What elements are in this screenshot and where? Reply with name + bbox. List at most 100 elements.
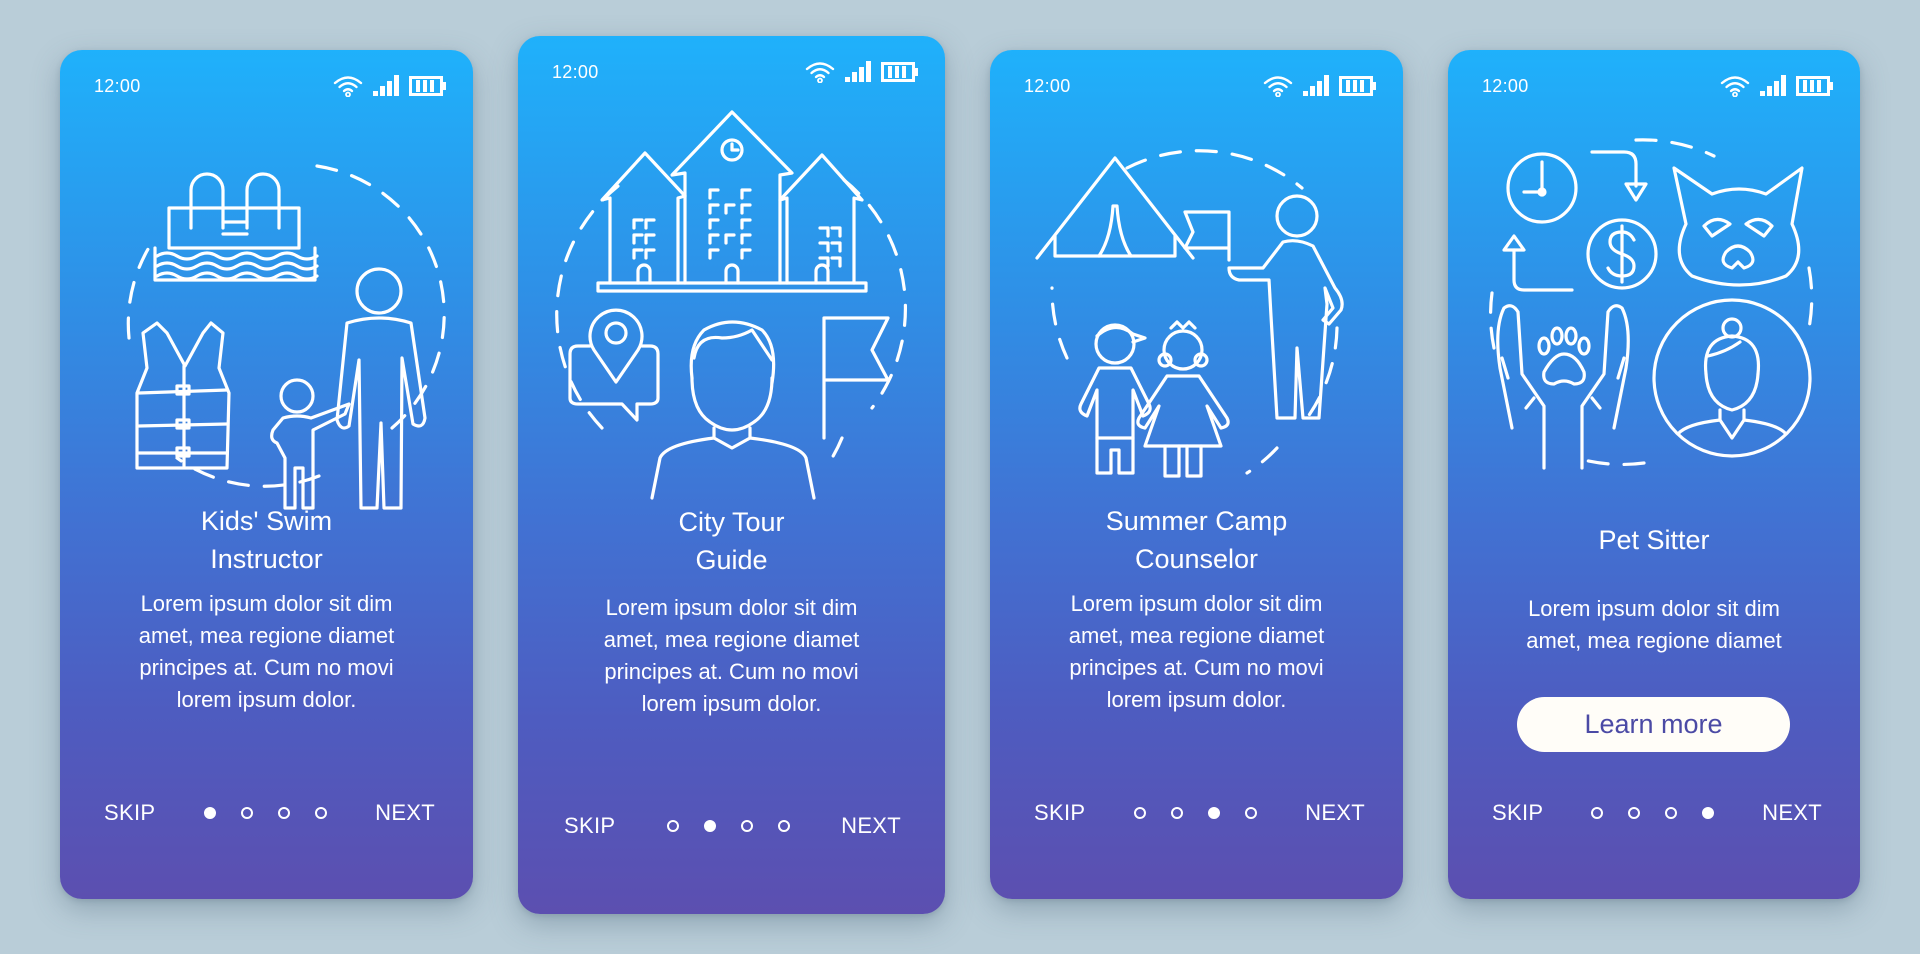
title-line: Guide bbox=[695, 545, 768, 575]
description-line: principes at. Cum no movi bbox=[139, 655, 394, 680]
status-time: 12:00 bbox=[1024, 75, 1071, 96]
tour-guide-person-icon bbox=[649, 320, 816, 500]
cat-face-icon bbox=[1672, 166, 1804, 287]
page-dot[interactable] bbox=[277, 807, 290, 819]
status-time: 12:00 bbox=[94, 75, 141, 96]
clock-icon bbox=[1506, 152, 1578, 224]
skip-button[interactable]: SKIP bbox=[104, 800, 155, 826]
description-line: lorem ipsum dolor. bbox=[176, 687, 357, 712]
status-time: 12:00 bbox=[1482, 75, 1529, 96]
skip-button[interactable]: SKIP bbox=[1492, 800, 1543, 826]
onboarding-screen-pet-sitter: 12:00 Pet Sitter Lorem ipsum dolor sit d… bbox=[1448, 50, 1860, 899]
page-dot[interactable] bbox=[240, 807, 253, 819]
pet-sitter-illustration bbox=[1448, 128, 1860, 528]
title-line: Kids' Swim bbox=[200, 506, 333, 536]
status-bar: 12:00 bbox=[94, 74, 447, 98]
page-indicator bbox=[1591, 807, 1715, 819]
child-figure-icon bbox=[269, 378, 351, 510]
onboarding-nav: SKIP NEXT bbox=[564, 811, 901, 841]
city-tour-guide-illustration bbox=[518, 98, 945, 500]
hands-with-paw-icon bbox=[1496, 304, 1630, 470]
screen-title: Kids' Swim Instructor bbox=[80, 502, 453, 578]
screen-description: Lorem ipsum dolor sit dim amet, mea regi… bbox=[1468, 593, 1840, 657]
skip-button[interactable]: SKIP bbox=[1034, 800, 1085, 826]
next-button[interactable]: NEXT bbox=[841, 813, 901, 839]
status-bar: 12:00 bbox=[552, 60, 919, 84]
girl-child-icon bbox=[1135, 320, 1230, 478]
screen-description: Lorem ipsum dolor sit dim amet, mea regi… bbox=[1010, 588, 1383, 716]
page-dot-active[interactable] bbox=[703, 820, 716, 832]
description-line: Lorem ipsum dolor sit dim bbox=[605, 595, 858, 620]
page-dot[interactable] bbox=[1133, 807, 1146, 819]
signal-icon bbox=[1760, 75, 1786, 97]
battery-icon bbox=[409, 76, 447, 96]
onboarding-screen-city-tour-guide: 12:00 City Tour Guide Lorem ipsum dolor … bbox=[518, 36, 945, 914]
signal-icon bbox=[845, 61, 871, 83]
description-line: principes at. Cum no movi bbox=[1069, 655, 1324, 680]
title-line: Pet Sitter bbox=[1598, 525, 1710, 555]
page-dot[interactable] bbox=[314, 807, 327, 819]
summer-camp-illustration bbox=[990, 128, 1403, 528]
flag-icon bbox=[821, 316, 890, 440]
status-bar: 12:00 bbox=[1482, 74, 1834, 98]
next-button[interactable]: NEXT bbox=[1305, 800, 1365, 826]
wifi-icon bbox=[333, 75, 363, 97]
water-waves-icon bbox=[152, 246, 319, 282]
screen-title: Summer Camp Counselor bbox=[1010, 502, 1383, 578]
description-line: lorem ipsum dolor. bbox=[1106, 687, 1287, 712]
dashed-circle bbox=[1489, 138, 1814, 467]
status-time: 12:00 bbox=[552, 61, 599, 82]
next-button[interactable]: NEXT bbox=[375, 800, 435, 826]
page-dot[interactable] bbox=[1244, 807, 1257, 819]
next-button[interactable]: NEXT bbox=[1762, 800, 1822, 826]
description-line: Lorem ipsum dolor sit dim bbox=[140, 591, 393, 616]
onboarding-screen-summer-camp-counselor: 12:00 Summer Camp Counselor Lorem ipsum … bbox=[990, 50, 1403, 899]
screen-description: Lorem ipsum dolor sit dim amet, mea regi… bbox=[80, 588, 453, 716]
location-pin-icon bbox=[567, 308, 660, 422]
page-dot[interactable] bbox=[1665, 807, 1678, 819]
page-dot[interactable] bbox=[777, 820, 790, 832]
tent-icon bbox=[1034, 156, 1195, 260]
adult-figure-icon bbox=[334, 267, 427, 510]
page-dot-active[interactable] bbox=[1207, 807, 1220, 819]
signal-icon bbox=[1303, 75, 1329, 97]
description-line: principes at. Cum no movi bbox=[604, 659, 859, 684]
boy-child-icon bbox=[1077, 323, 1152, 475]
status-bar: 12:00 bbox=[1024, 74, 1377, 98]
dashed-circle bbox=[126, 164, 446, 488]
city-buildings-icon bbox=[595, 110, 868, 293]
page-dot[interactable] bbox=[1591, 807, 1604, 819]
page-dot[interactable] bbox=[1628, 807, 1641, 819]
title-line: Summer Camp bbox=[1105, 506, 1288, 536]
dashed-circle bbox=[1049, 149, 1339, 475]
learn-more-button[interactable]: Learn more bbox=[1517, 697, 1790, 752]
battery-icon bbox=[881, 62, 919, 82]
page-dot[interactable] bbox=[666, 820, 679, 832]
pet-sitter-avatar-icon bbox=[1652, 298, 1812, 458]
screen-description: Lorem ipsum dolor sit dim amet, mea regi… bbox=[538, 592, 925, 720]
onboarding-nav: SKIP NEXT bbox=[1492, 798, 1822, 828]
description-line: lorem ipsum dolor. bbox=[641, 691, 822, 716]
title-line: City Tour bbox=[678, 507, 785, 537]
page-dot[interactable] bbox=[1170, 807, 1183, 819]
pool-ladder-icon bbox=[166, 172, 301, 250]
onboarding-nav: SKIP NEXT bbox=[1034, 798, 1365, 828]
signal-icon bbox=[373, 75, 399, 97]
page-indicator bbox=[1133, 807, 1257, 819]
description-line: Lorem ipsum dolor sit dim bbox=[1070, 591, 1323, 616]
onboarding-screen-swim-instructor: 12:00 Kids' Swim Instructor Lorem ipsum … bbox=[60, 50, 473, 899]
title-line: Counselor bbox=[1134, 544, 1259, 574]
counselor-with-flag-icon bbox=[1182, 194, 1344, 420]
screen-title: Pet Sitter bbox=[1468, 521, 1840, 559]
battery-icon bbox=[1796, 76, 1834, 96]
wifi-icon bbox=[1263, 75, 1293, 97]
page-dot[interactable] bbox=[740, 820, 753, 832]
description-line: Lorem ipsum dolor sit dim bbox=[1528, 596, 1780, 621]
title-line: Instructor bbox=[210, 544, 323, 574]
wifi-icon bbox=[1720, 75, 1750, 97]
page-dot-active[interactable] bbox=[1702, 807, 1715, 819]
skip-button[interactable]: SKIP bbox=[564, 813, 615, 839]
page-dot-active[interactable] bbox=[203, 807, 216, 819]
life-jacket-icon bbox=[134, 321, 231, 470]
onboarding-nav: SKIP NEXT bbox=[104, 798, 435, 828]
